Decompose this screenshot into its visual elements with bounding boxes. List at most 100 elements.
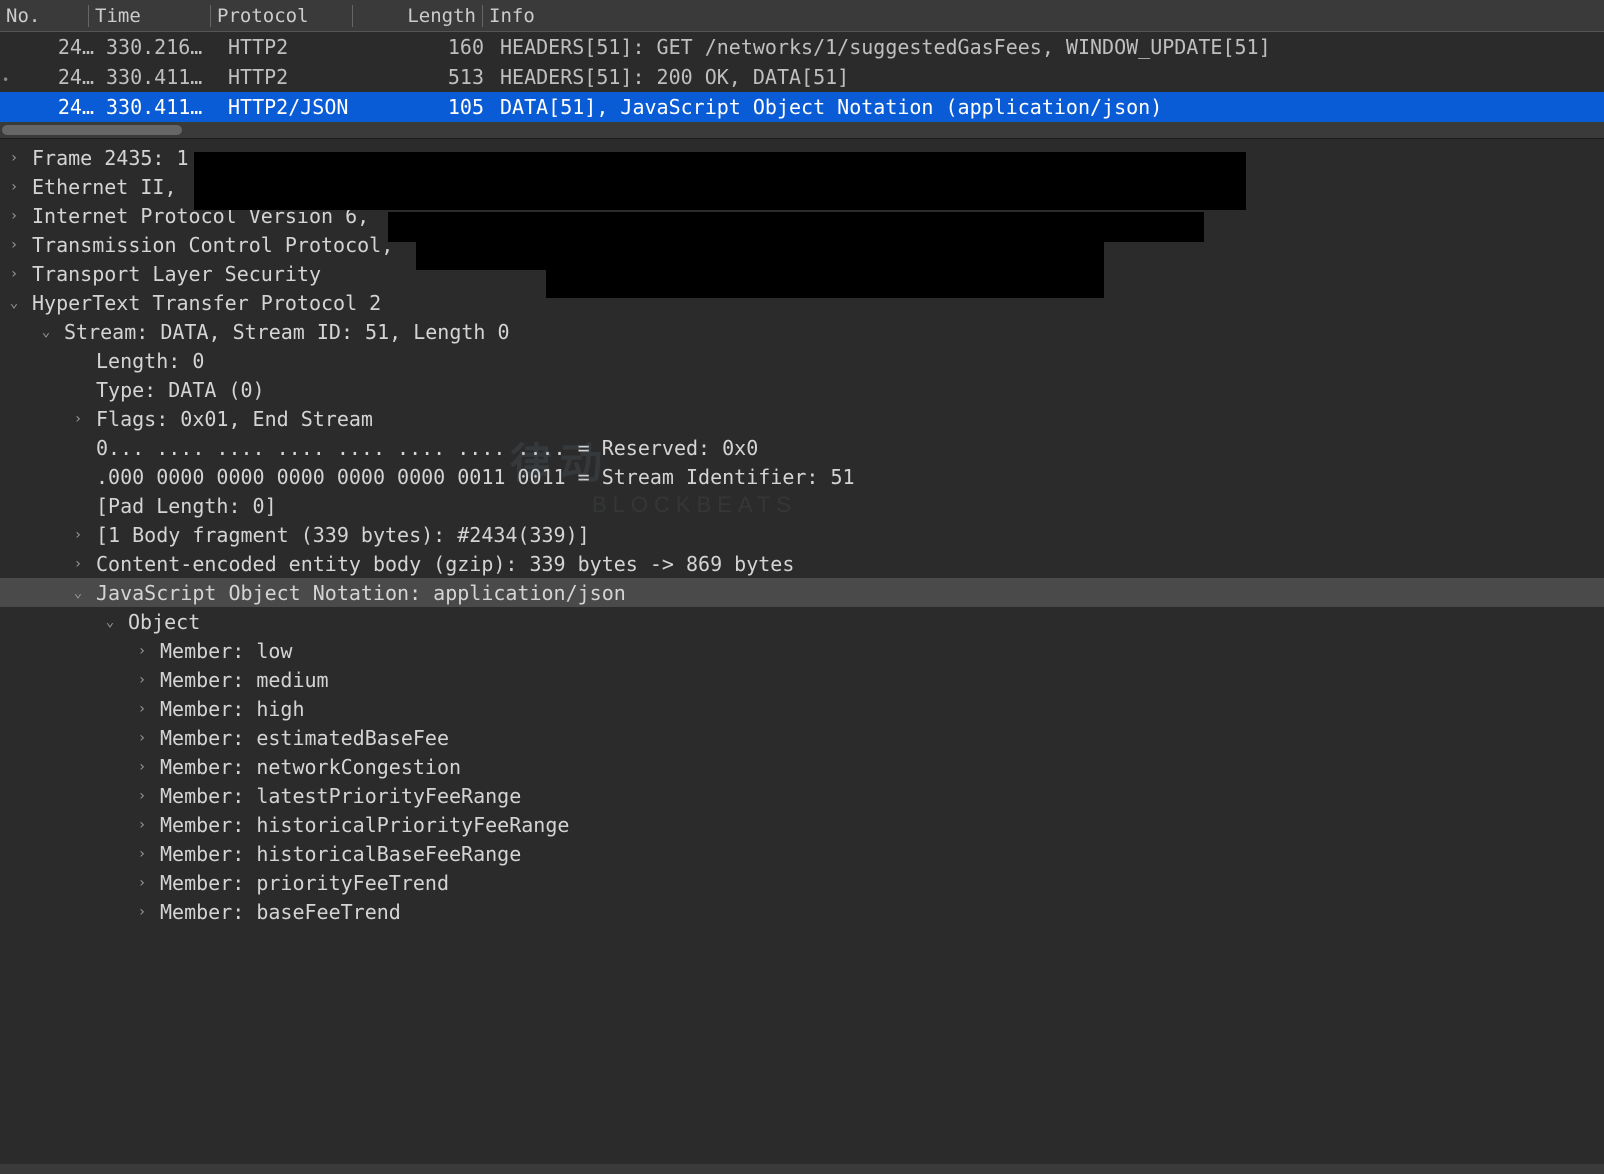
chevron-right-icon[interactable]: ›	[4, 179, 24, 195]
packet-protocol: HTTP2	[222, 35, 364, 59]
tree-label: Object	[120, 610, 200, 634]
chevron-down-icon[interactable]: ⌄	[36, 324, 56, 340]
chevron-down-icon[interactable]: ⌄	[100, 614, 120, 630]
tree-label: Member: priorityFeeTrend	[152, 871, 449, 895]
tree-label: Type: DATA (0)	[88, 378, 265, 402]
column-header-length[interactable]: Length	[352, 5, 482, 27]
tree-row[interactable]: Length: 0	[0, 346, 1604, 375]
chevron-right-icon[interactable]: ›	[4, 266, 24, 282]
tree-row[interactable]: ›Member: estimatedBaseFee	[0, 723, 1604, 752]
tree-row[interactable]: ›Content-encoded entity body (gzip): 339…	[0, 549, 1604, 578]
packet-no: 24…	[12, 35, 100, 59]
packet-protocol: HTTP2	[222, 65, 364, 89]
packet-list-panel: No. Time Protocol Length Info 24…330.216…	[0, 0, 1604, 139]
chevron-right-icon[interactable]: ›	[68, 411, 88, 427]
tree-label: Frame 2435: 1	[24, 146, 189, 170]
tree-label: Member: networkCongestion	[152, 755, 461, 779]
tree-label: .000 0000 0000 0000 0000 0000 0011 0011 …	[88, 465, 855, 489]
tree-label: [1 Body fragment (339 bytes): #2434(339)…	[88, 523, 590, 547]
expander-none	[68, 498, 88, 514]
chevron-right-icon[interactable]: ›	[132, 788, 152, 804]
tree-row[interactable]: ⌄Stream: DATA, Stream ID: 51, Length 0	[0, 317, 1604, 346]
chevron-right-icon[interactable]: ›	[4, 150, 24, 166]
tree-label: Ethernet II,	[24, 175, 177, 199]
packet-row[interactable]: 24…330.411…HTTP2/JSON105DATA[51], JavaSc…	[0, 92, 1604, 122]
chevron-down-icon[interactable]: ⌄	[4, 295, 24, 311]
tree-label: HyperText Transfer Protocol 2	[24, 291, 381, 315]
scrollbar-thumb[interactable]	[2, 125, 182, 135]
tree-row[interactable]: ›Member: priorityFeeTrend	[0, 868, 1604, 897]
tree-label: Member: historicalBaseFeeRange	[152, 842, 521, 866]
tree-row[interactable]: ›Member: high	[0, 694, 1604, 723]
row-marker	[0, 65, 12, 89]
packet-list-scrollbar[interactable]	[0, 122, 1604, 138]
tree-row[interactable]: [Pad Length: 0]	[0, 491, 1604, 520]
packet-info: DATA[51], JavaScript Object Notation (ap…	[494, 95, 1604, 119]
expander-none	[68, 440, 88, 456]
chevron-right-icon[interactable]: ›	[132, 643, 152, 659]
chevron-right-icon[interactable]: ›	[132, 672, 152, 688]
tree-label: Transport Layer Security	[24, 262, 321, 286]
packet-time: 330.411…	[100, 95, 222, 119]
chevron-right-icon[interactable]: ›	[132, 846, 152, 862]
chevron-right-icon[interactable]: ›	[4, 208, 24, 224]
redaction-block	[416, 242, 1104, 270]
packet-row[interactable]: 24…330.216…HTTP2160HEADERS[51]: GET /net…	[0, 32, 1604, 62]
redaction-block	[388, 212, 1204, 242]
chevron-right-icon[interactable]: ›	[132, 817, 152, 833]
column-header-info[interactable]: Info	[482, 5, 1604, 27]
column-header-time[interactable]: Time	[88, 5, 210, 27]
redaction-block	[194, 152, 1246, 210]
redaction-block	[546, 270, 1104, 298]
tree-row[interactable]: .000 0000 0000 0000 0000 0000 0011 0011 …	[0, 462, 1604, 491]
tree-label: Member: latestPriorityFeeRange	[152, 784, 521, 808]
tree-label: [Pad Length: 0]	[88, 494, 277, 518]
tree-row[interactable]: ›Member: medium	[0, 665, 1604, 694]
bottom-bar	[0, 1164, 1604, 1174]
column-header-no[interactable]: No.	[0, 5, 88, 27]
chevron-right-icon[interactable]: ›	[4, 237, 24, 253]
column-header-protocol[interactable]: Protocol	[210, 5, 352, 27]
chevron-right-icon[interactable]: ›	[68, 527, 88, 543]
packet-row[interactable]: 24…330.411…HTTP2513HEADERS[51]: 200 OK, …	[0, 62, 1604, 92]
chevron-down-icon[interactable]: ⌄	[68, 585, 88, 601]
tree-label: Member: baseFeeTrend	[152, 900, 401, 924]
chevron-right-icon[interactable]: ›	[132, 701, 152, 717]
packet-protocol: HTTP2/JSON	[222, 95, 364, 119]
chevron-right-icon[interactable]: ›	[132, 875, 152, 891]
packet-no: 24…	[12, 65, 100, 89]
chevron-right-icon[interactable]: ›	[132, 730, 152, 746]
chevron-right-icon[interactable]: ›	[132, 904, 152, 920]
tree-row[interactable]: Type: DATA (0)	[0, 375, 1604, 404]
tree-label: Member: estimatedBaseFee	[152, 726, 449, 750]
tree-row[interactable]: ⌄Object	[0, 607, 1604, 636]
expander-none	[68, 353, 88, 369]
packet-info: HEADERS[51]: GET /networks/1/suggestedGa…	[494, 35, 1604, 59]
tree-row[interactable]: ›Member: latestPriorityFeeRange	[0, 781, 1604, 810]
tree-row[interactable]: ›Flags: 0x01, End Stream	[0, 404, 1604, 433]
tree-row[interactable]: ›Member: historicalBaseFeeRange	[0, 839, 1604, 868]
tree-row[interactable]: ⌄JavaScript Object Notation: application…	[0, 578, 1604, 607]
tree-label: JavaScript Object Notation: application/…	[88, 581, 626, 605]
chevron-right-icon[interactable]: ›	[132, 759, 152, 775]
tree-label: Member: high	[152, 697, 305, 721]
packet-info: HEADERS[51]: 200 OK, DATA[51]	[494, 65, 1604, 89]
packet-length: 160	[364, 35, 494, 59]
packet-time: 330.216…	[100, 35, 222, 59]
tree-label: 0... .... .... .... .... .... .... .... …	[88, 436, 758, 460]
packet-time: 330.411…	[100, 65, 222, 89]
tree-label: Member: historicalPriorityFeeRange	[152, 813, 569, 837]
tree-label: Content-encoded entity body (gzip): 339 …	[88, 552, 794, 576]
tree-label: Stream: DATA, Stream ID: 51, Length 0	[56, 320, 510, 344]
packet-length: 513	[364, 65, 494, 89]
chevron-right-icon[interactable]: ›	[68, 556, 88, 572]
tree-row[interactable]: ›Member: baseFeeTrend	[0, 897, 1604, 926]
tree-row[interactable]: ›Member: historicalPriorityFeeRange	[0, 810, 1604, 839]
tree-row[interactable]: ›Member: low	[0, 636, 1604, 665]
tree-row[interactable]: 0... .... .... .... .... .... .... .... …	[0, 433, 1604, 462]
expander-none	[68, 469, 88, 485]
packet-no: 24…	[12, 95, 100, 119]
tree-row[interactable]: ›Member: networkCongestion	[0, 752, 1604, 781]
tree-label: Flags: 0x01, End Stream	[88, 407, 373, 431]
tree-row[interactable]: ›[1 Body fragment (339 bytes): #2434(339…	[0, 520, 1604, 549]
